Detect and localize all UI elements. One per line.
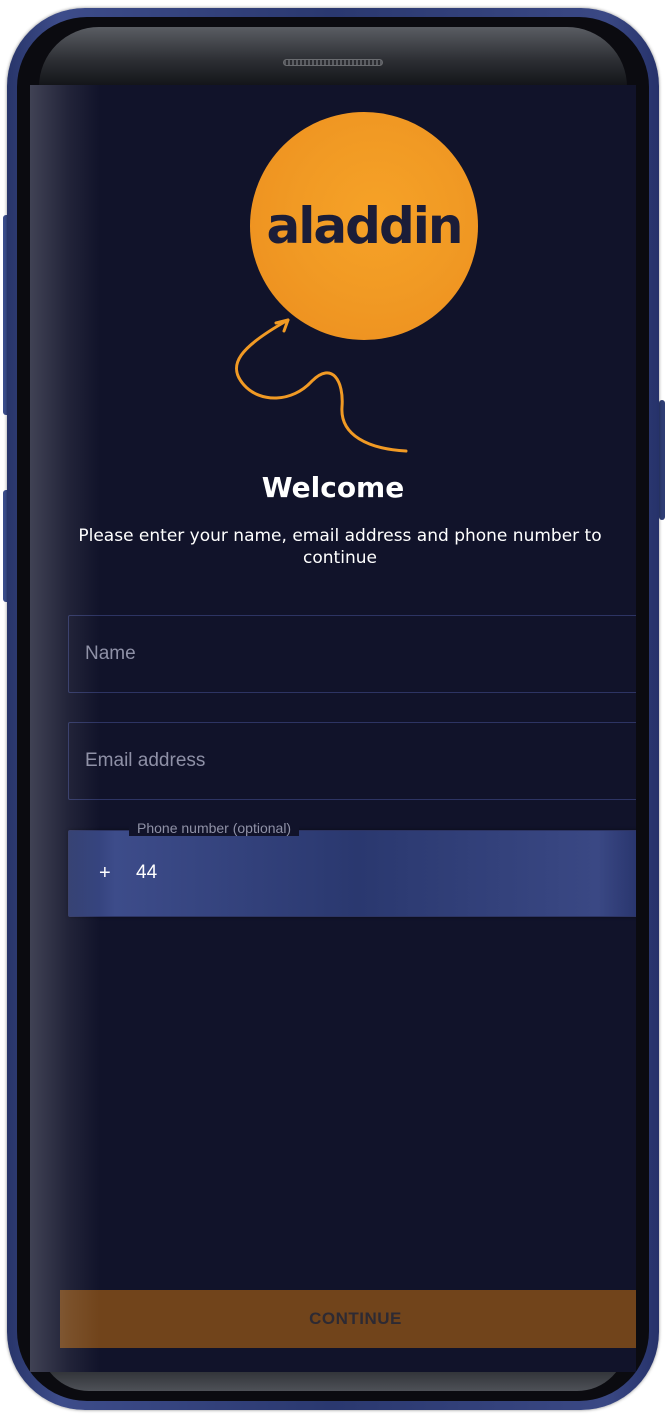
phone-prefix: +: [99, 862, 111, 884]
earpiece-speaker: [283, 59, 383, 66]
welcome-title: Welcome: [261, 471, 405, 504]
phone-label: Phone number (optional): [129, 820, 300, 836]
bezel-top: [39, 27, 627, 87]
logo-wordmark: aladdin: [266, 197, 464, 255]
phone-field[interactable]: Phone number (optional) + 44: [68, 820, 636, 917]
welcome-subtitle: Please enter your name, email address an…: [78, 526, 602, 568]
email-field: [68, 722, 636, 800]
page: aladdin Welcome Please enter your name, …: [0, 0, 667, 1414]
continue-button[interactable]: CONTINUE: [60, 1290, 636, 1348]
phone-bezel: aladdin Welcome Please enter your name, …: [17, 17, 649, 1401]
name-field: [68, 615, 636, 693]
phone-country-code[interactable]: 44: [136, 862, 157, 884]
app-screen: aladdin Welcome Please enter your name, …: [30, 85, 636, 1372]
email-input[interactable]: [69, 723, 636, 799]
name-input[interactable]: [69, 616, 636, 692]
phone-frame: aladdin Welcome Please enter your name, …: [7, 8, 659, 1410]
power-button: [659, 400, 665, 520]
aladdin-logo: aladdin: [30, 85, 636, 465]
